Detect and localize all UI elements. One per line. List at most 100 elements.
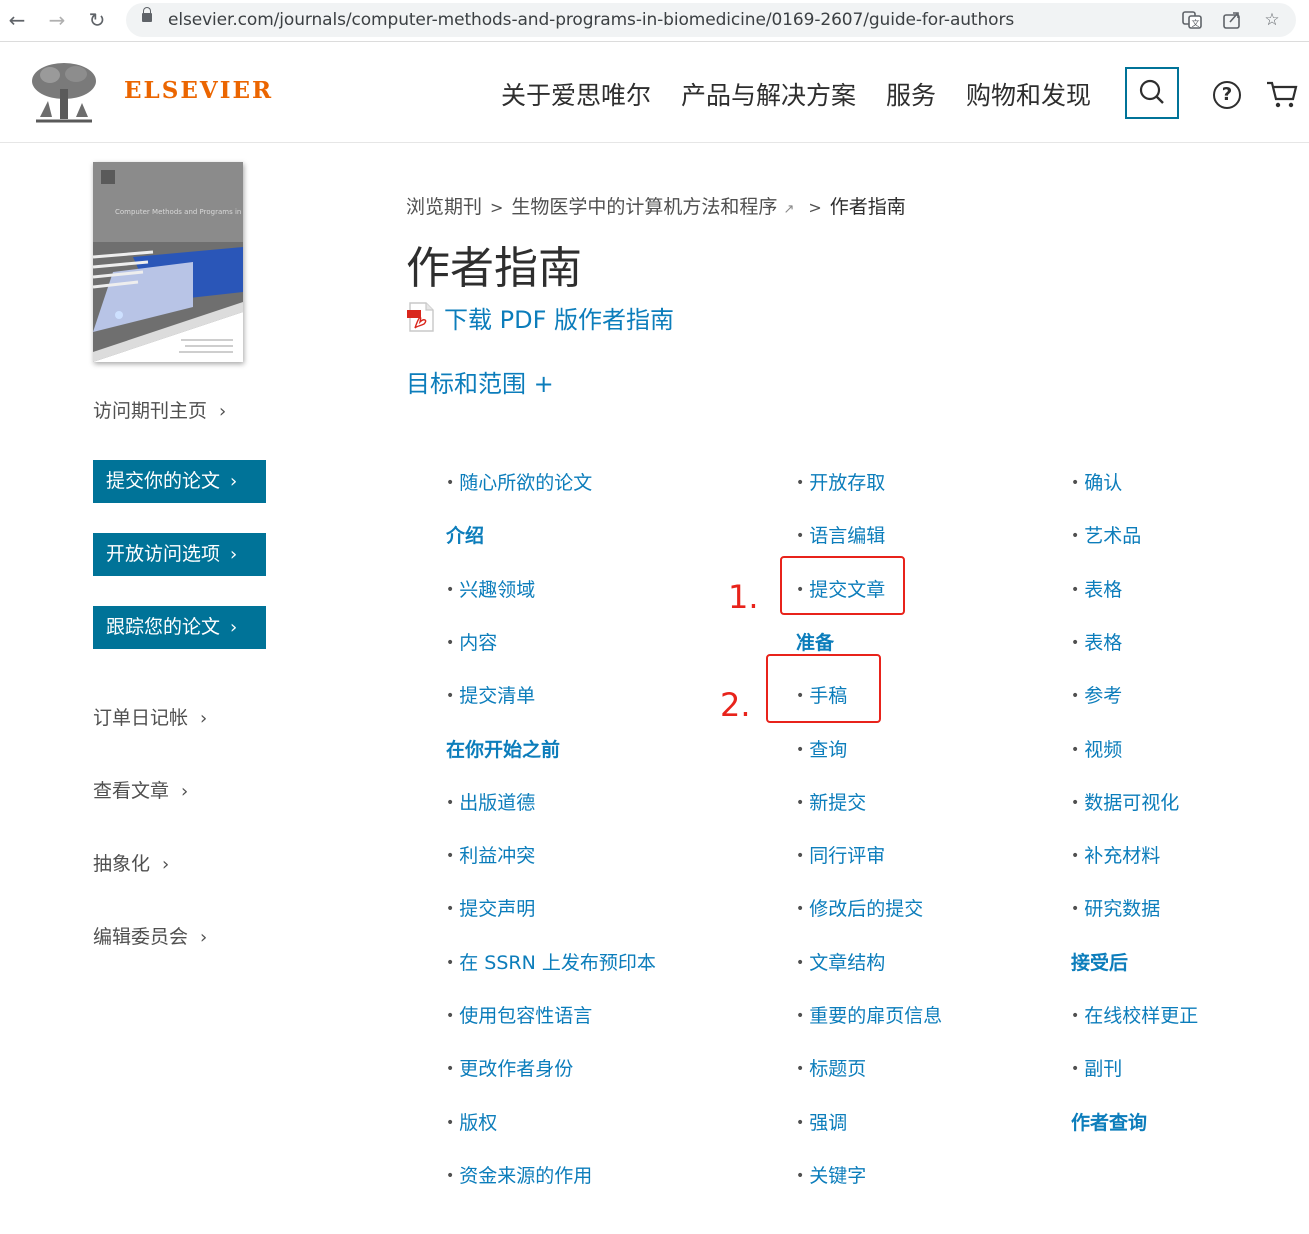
toc-link[interactable]: • 使用包容性语言 — [446, 1001, 592, 1028]
highlight-box-manuscript — [766, 654, 881, 723]
toc-link[interactable]: • 查询 — [796, 735, 847, 762]
bullet-icon: • — [796, 955, 805, 971]
bullet-icon: • — [446, 955, 455, 971]
toc-link[interactable]: • 强调 — [796, 1108, 847, 1135]
url-text[interactable]: elsevier.com/journals/computer-methods-a… — [168, 10, 1014, 30]
view-articles-label: 查看文章 — [93, 780, 170, 802]
toc-link[interactable]: • 语言编辑 — [796, 521, 885, 548]
toc-link[interactable]: • 艺术品 — [1071, 521, 1141, 548]
share-icon[interactable] — [1221, 10, 1243, 30]
toc-link[interactable]: • 标题页 — [796, 1054, 866, 1081]
toc-link[interactable]: • 副刊 — [1071, 1054, 1122, 1081]
track-paper-button[interactable]: 跟踪您的论文 › — [93, 606, 266, 649]
toc-link[interactable]: • 更改作者身份 — [446, 1054, 573, 1081]
brand-name[interactable]: ELSEVIER — [124, 77, 273, 104]
editorial-board-link[interactable]: 编辑委员会 › — [93, 922, 207, 949]
toc-link[interactable]: • 数据可视化 — [1071, 788, 1179, 815]
toc-link[interactable]: • 随心所欲的论文 — [446, 468, 592, 495]
toc-section-heading[interactable]: 在你开始之前 — [446, 735, 560, 762]
search-button[interactable] — [1125, 67, 1179, 119]
toc-link[interactable]: • 参考 — [1071, 681, 1122, 708]
open-access-options-button[interactable]: 开放访问选项 › — [93, 533, 266, 576]
forward-arrow-icon[interactable]: → — [46, 9, 68, 31]
toc-link[interactable]: • 内容 — [446, 628, 497, 655]
nav-products[interactable]: 产品与解决方案 — [681, 76, 856, 112]
cover-title: Computer Methods and Programs in Biomedi… — [115, 208, 243, 216]
toc-section-heading[interactable]: 作者查询 — [1071, 1108, 1147, 1135]
toc-link-label: 标题页 — [809, 1058, 867, 1080]
address-bar[interactable]: elsevier.com/journals/computer-methods-a… — [126, 3, 1296, 37]
translate-icon[interactable]: 文 — [1181, 10, 1203, 30]
chevron-right-icon: › — [181, 781, 189, 802]
toc-link-label: 艺术品 — [1084, 525, 1142, 547]
order-journal-link[interactable]: 订单日记帐 › — [93, 703, 207, 730]
toc-link[interactable]: • 表格 — [1071, 628, 1122, 655]
cart-icon[interactable] — [1266, 79, 1298, 109]
toc-link[interactable]: • 出版道德 — [446, 788, 535, 815]
toc-link[interactable]: • 新提交 — [796, 788, 866, 815]
toc-section-heading[interactable]: 介绍 — [446, 521, 484, 548]
bullet-icon: • — [1071, 795, 1080, 811]
toc-link-label: 资金来源的作用 — [459, 1165, 593, 1187]
submit-paper-button[interactable]: 提交你的论文 › — [93, 460, 266, 503]
toc-section-heading[interactable]: 准备 — [796, 628, 834, 655]
breadcrumb-separator: > — [490, 198, 504, 217]
journal-cover-image[interactable]: Computer Methods and Programs in Biomedi… — [93, 162, 243, 362]
search-icon — [1139, 79, 1164, 104]
toc-link[interactable]: • 修改后的提交 — [796, 894, 923, 921]
editorial-board-label: 编辑委员会 — [93, 926, 189, 948]
bookmark-star-icon[interactable]: ☆ — [1261, 10, 1283, 30]
toc-link[interactable]: • 版权 — [446, 1108, 497, 1135]
bullet-icon: • — [796, 1168, 805, 1184]
toc-link[interactable]: • 文章结构 — [796, 948, 885, 975]
toc-link[interactable]: • 重要的扉页信息 — [796, 1001, 942, 1028]
toc-link-label: 表格 — [1084, 632, 1123, 654]
toc-link[interactable]: • 补充材料 — [1071, 841, 1160, 868]
toc-link[interactable]: • 在 SSRN 上发布预印本 — [446, 948, 656, 975]
view-articles-link[interactable]: 查看文章 › — [93, 776, 188, 803]
toc-link-label: 表格 — [1084, 579, 1123, 601]
toc-link-label: 随心所欲的论文 — [459, 472, 593, 494]
toc-link[interactable]: • 提交清单 — [446, 681, 535, 708]
chevron-right-icon: › — [230, 617, 238, 638]
toc-link[interactable]: • 提交声明 — [446, 894, 535, 921]
toc-link[interactable]: • 兴趣领域 — [446, 575, 535, 602]
pdf-icon — [407, 302, 434, 332]
toc-link[interactable]: • 视频 — [1071, 735, 1122, 762]
aims-and-scope-toggle[interactable]: 目标和范围 + — [406, 364, 554, 399]
bullet-icon: • — [1071, 848, 1080, 864]
chevron-right-icon: › — [230, 471, 238, 492]
toc-link-label: 在 SSRN 上发布预印本 — [459, 952, 656, 974]
breadcrumb-journal[interactable]: 生物医学中的计算机方法和程序 — [511, 196, 777, 218]
nav-shop[interactable]: 购物和发现 — [966, 76, 1091, 112]
nav-about[interactable]: 关于爱思唯尔 — [501, 76, 651, 112]
toc-link[interactable]: • 同行评审 — [796, 841, 885, 868]
visit-journal-home-link[interactable]: 访问期刊主页 › — [93, 396, 226, 423]
toc-link[interactable]: • 研究数据 — [1071, 894, 1160, 921]
reload-icon[interactable]: ↻ — [86, 9, 108, 31]
breadcrumb-browse-journals[interactable]: 浏览期刊 — [406, 196, 482, 218]
chevron-right-icon: › — [230, 544, 238, 565]
abstracting-label: 抽象化 — [93, 853, 151, 875]
bullet-icon: • — [796, 742, 805, 758]
back-arrow-icon[interactable]: ← — [6, 9, 28, 31]
nav-services[interactable]: 服务 — [886, 76, 936, 112]
bullet-icon: • — [1071, 528, 1080, 544]
toc-link[interactable]: • 开放存取 — [796, 468, 885, 495]
elsevier-tree-logo[interactable] — [28, 61, 100, 125]
bullet-icon: • — [796, 475, 805, 491]
help-icon[interactable]: ? — [1213, 81, 1241, 109]
track-paper-label: 跟踪您的论文 — [106, 616, 221, 638]
toc-link-label: 参考 — [1084, 685, 1123, 707]
toc-link[interactable]: • 关键字 — [796, 1161, 866, 1188]
toc-link-label: 开放存取 — [809, 472, 886, 494]
toc-link[interactable]: • 确认 — [1071, 468, 1122, 495]
order-journal-label: 订单日记帐 — [93, 707, 189, 729]
toc-link[interactable]: • 资金来源的作用 — [446, 1161, 592, 1188]
abstracting-link[interactable]: 抽象化 › — [93, 849, 169, 876]
toc-link[interactable]: • 表格 — [1071, 575, 1122, 602]
toc-link[interactable]: • 利益冲突 — [446, 841, 535, 868]
toc-link[interactable]: • 在线校样更正 — [1071, 1001, 1198, 1028]
open-access-options-label: 开放访问选项 — [106, 543, 221, 565]
toc-section-heading[interactable]: 接受后 — [1071, 948, 1128, 975]
